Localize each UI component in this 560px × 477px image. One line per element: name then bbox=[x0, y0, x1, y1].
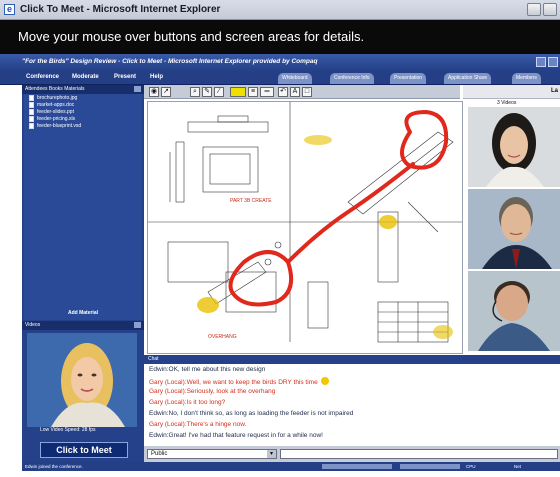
chat-message: Edwin:Great! I've had that feature reque… bbox=[149, 432, 323, 439]
pen-icon[interactable]: ✎ bbox=[202, 87, 212, 97]
file-name: market-apps.doc bbox=[37, 101, 75, 108]
feeder-blueprint-drawing: PART 3B CREATE OVERHANG bbox=[148, 102, 462, 343]
tip-text: Move your mouse over buttons and screen … bbox=[18, 29, 365, 44]
file-icon bbox=[29, 94, 34, 101]
materials-header: Attendees Books Materials bbox=[22, 85, 144, 94]
file-name: feeder-blueprint.vsd bbox=[37, 122, 82, 129]
marker-icon[interactable]: ⁄ bbox=[214, 87, 224, 97]
videos-header-label: Videos bbox=[25, 322, 41, 328]
file-icon bbox=[29, 115, 34, 122]
menu-help[interactable]: Help bbox=[150, 74, 163, 80]
volume-slider[interactable] bbox=[400, 464, 460, 469]
tab-members[interactable]: Members bbox=[512, 73, 541, 84]
file-item[interactable]: brochurephoto.jpg bbox=[24, 94, 142, 101]
materials-header-label[interactable]: Attendees Books Materials bbox=[25, 86, 84, 92]
file-icon bbox=[29, 101, 34, 108]
ie-logo-icon: e bbox=[4, 4, 15, 15]
whiteboard-canvas[interactable]: PART 3B CREATE OVERHANG bbox=[147, 101, 463, 354]
net-label: Net bbox=[514, 464, 522, 469]
businessman-video-image bbox=[468, 189, 560, 269]
svg-text:PART 3B CREATE: PART 3B CREATE bbox=[230, 198, 272, 204]
audio-slider[interactable] bbox=[322, 464, 392, 469]
tab-application-share[interactable]: Application Share bbox=[444, 73, 492, 84]
cpu-label: CPU bbox=[466, 464, 476, 469]
eraser-icon[interactable]: ◉ bbox=[149, 87, 159, 97]
chat-input-row: Public ▾ bbox=[144, 446, 560, 462]
chat-message: Gary (Local):There's a hinge now. bbox=[149, 421, 247, 428]
file-name: brochurephoto.jpg bbox=[37, 94, 78, 101]
file-item[interactable]: market-apps.doc bbox=[24, 101, 142, 108]
local-video bbox=[27, 333, 137, 427]
smiley-icon bbox=[320, 377, 329, 385]
window-title: Click To Meet - Microsoft Internet Explo… bbox=[20, 4, 221, 15]
asian-woman-video-image bbox=[468, 107, 560, 187]
tab-conference-info[interactable]: Conference Info bbox=[330, 73, 374, 84]
videos-header: Videos bbox=[22, 321, 144, 330]
tab-whiteboard[interactable]: Whiteboard bbox=[278, 73, 312, 84]
status-bar: Edwin joined the conference. CPU Net bbox=[22, 462, 560, 471]
chat-panel: Chat Edwin:OK, tell me about this new de… bbox=[144, 355, 560, 462]
chat-message-text: Gary (Local):Well, we want to keep the b… bbox=[149, 379, 318, 386]
line-style-icon[interactable]: ═ bbox=[260, 87, 274, 97]
file-item[interactable]: feeder-pricing.xls bbox=[24, 115, 142, 122]
chat-recipient-value: Public bbox=[151, 451, 168, 457]
whiteboard-toolbar: ◉ ↗ ⌕ ✎ ⁄ ≡ ═ ↶ A □ bbox=[144, 85, 460, 99]
chat-message: Edwin:OK, tell me about this new design bbox=[149, 366, 266, 373]
status-message: Edwin joined the conference. bbox=[25, 464, 83, 469]
file-icon bbox=[29, 108, 34, 115]
chat-message: Gary (Local):Seriously, look at the over… bbox=[149, 388, 276, 395]
man-with-headset-video-image bbox=[468, 271, 560, 351]
app-restore-button[interactable] bbox=[548, 57, 558, 67]
ie-titlebar: e Click To Meet - Microsoft Internet Exp… bbox=[0, 0, 560, 20]
clear-page-icon[interactable]: □ bbox=[302, 87, 312, 97]
chat-message: Gary (Local):Well, we want to keep the b… bbox=[149, 377, 329, 386]
materials-sidebar: Attendees Books Materials brochurephoto.… bbox=[22, 85, 144, 463]
chat-recipient-select[interactable]: Public ▾ bbox=[147, 449, 277, 459]
chat-message-input[interactable] bbox=[280, 449, 558, 459]
tab-presentation[interactable]: Presentation bbox=[390, 73, 427, 84]
participant-video-3[interactable] bbox=[468, 271, 560, 351]
undo-icon[interactable]: ↶ bbox=[278, 87, 288, 97]
participant-video-1[interactable] bbox=[468, 107, 560, 187]
svg-text:OVERHANG: OVERHANG bbox=[208, 334, 237, 340]
participant-videos-panel: La 3 Videos bbox=[463, 85, 560, 355]
pointer-icon[interactable]: ↗ bbox=[161, 87, 171, 97]
add-material-button[interactable]: Add Material bbox=[22, 310, 144, 316]
file-item[interactable]: feeder-blueprint.vsd bbox=[24, 122, 142, 129]
chat-header: Chat bbox=[144, 355, 560, 364]
app-title: "For the Birds" Design Review - Click to… bbox=[22, 58, 318, 65]
zoom-icon[interactable]: ⌕ bbox=[190, 87, 200, 97]
menubar: Conference Moderate Present Help Whitebo… bbox=[0, 71, 560, 85]
participants-header: La bbox=[463, 85, 560, 99]
materials-file-list: brochurephoto.jpg market-apps.doc feeder… bbox=[24, 94, 142, 320]
app-titlebar: "For the Birds" Design Review - Click to… bbox=[0, 54, 560, 71]
file-item[interactable]: feeder-slides.ppt bbox=[24, 108, 142, 115]
participants-header-label: La bbox=[550, 88, 558, 94]
close-icon[interactable] bbox=[134, 322, 141, 328]
chevron-down-icon[interactable]: ▾ bbox=[267, 450, 276, 458]
file-name: feeder-slides.ppt bbox=[37, 108, 74, 115]
desktop-margin bbox=[0, 54, 22, 477]
app-minimize-button[interactable] bbox=[536, 57, 546, 67]
tip-banner: Move your mouse over buttons and screen … bbox=[0, 20, 560, 54]
participant-video-2[interactable] bbox=[468, 189, 560, 269]
click-to-meet-logo: Click to Meet bbox=[40, 442, 128, 458]
minimize-button[interactable] bbox=[527, 3, 541, 16]
file-icon bbox=[29, 122, 34, 129]
chat-message: Gary (Local):Is it too long? bbox=[149, 399, 226, 406]
menu-conference[interactable]: Conference bbox=[26, 74, 59, 80]
chat-message: Edwin:No, I don't think so, as long as l… bbox=[149, 410, 354, 417]
close-icon[interactable] bbox=[134, 86, 141, 92]
menu-moderate[interactable]: Moderate bbox=[72, 74, 99, 80]
file-name: feeder-pricing.xls bbox=[37, 115, 76, 122]
videos-count-label: 3 Videos bbox=[497, 100, 517, 106]
color-picker-yellow[interactable] bbox=[230, 87, 246, 97]
video-speed-label: Low Video Speed: 28 fps bbox=[40, 427, 96, 433]
woman-video-image bbox=[27, 333, 137, 427]
menu-present[interactable]: Present bbox=[114, 74, 136, 80]
line-width-icon[interactable]: ≡ bbox=[248, 87, 258, 97]
text-icon[interactable]: A bbox=[290, 87, 300, 97]
maximize-button[interactable] bbox=[543, 3, 557, 16]
